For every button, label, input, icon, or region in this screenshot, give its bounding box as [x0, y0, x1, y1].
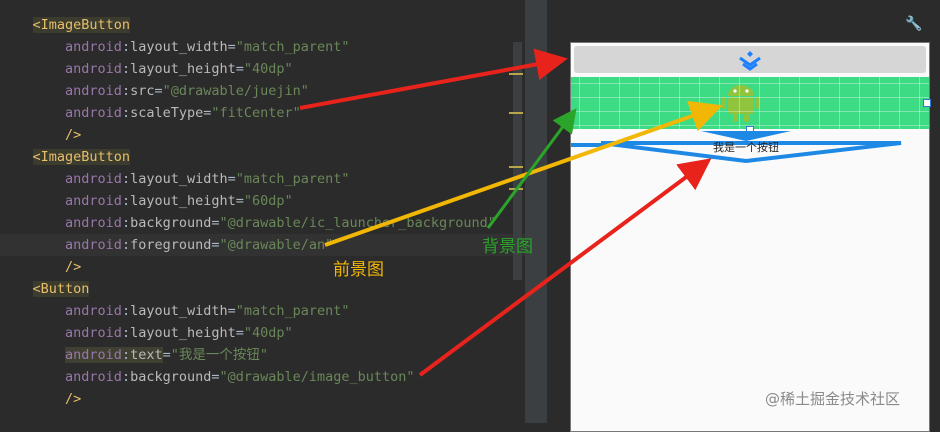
- arrow-background: [486, 108, 577, 229]
- annotation-foreground-label: 前景图: [333, 260, 384, 280]
- annotation-arrows: [299, 48, 723, 377]
- arrow-foreground: [324, 100, 723, 247]
- arrow-src: [299, 48, 568, 110]
- watermark: @稀土掘金技术社区: [765, 390, 901, 408]
- annotation-background-label: 背景图: [482, 237, 533, 257]
